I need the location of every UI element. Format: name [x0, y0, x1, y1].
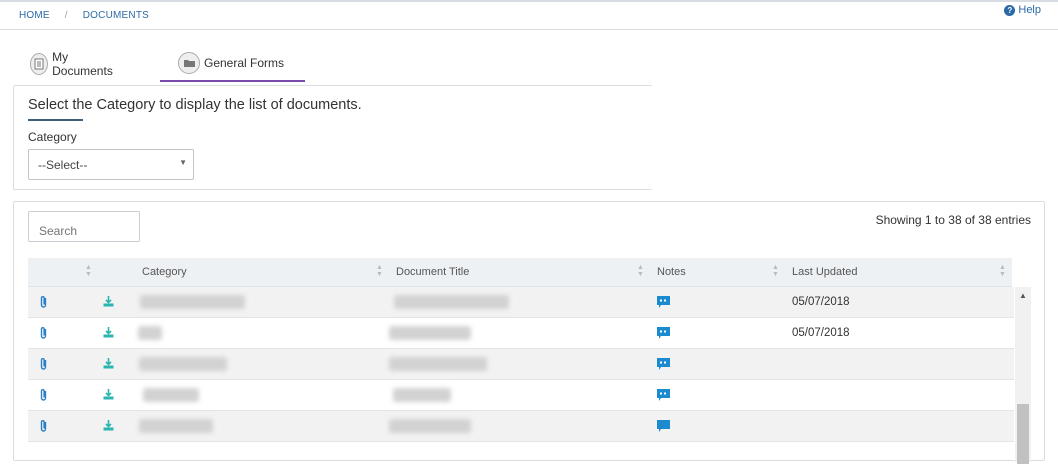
- redacted-document-title[interactable]: [393, 388, 451, 402]
- table-row: [28, 349, 1014, 380]
- category-select-value: --Select--: [38, 158, 88, 172]
- notes-icon[interactable]: [657, 327, 670, 339]
- redacted-category: [139, 357, 227, 371]
- breadcrumb-documents-link[interactable]: DOCUMENTS: [83, 10, 149, 21]
- scrollbar-thumb[interactable]: [1017, 404, 1029, 464]
- folder-icon: [178, 52, 200, 74]
- sort-icon[interactable]: ▲ ▼: [637, 264, 644, 278]
- scroll-up-icon[interactable]: ▲: [1019, 291, 1027, 300]
- paperclip-icon[interactable]: [39, 419, 48, 433]
- column-header-last-updated[interactable]: Last Updated: [792, 266, 857, 278]
- download-icon[interactable]: [103, 420, 114, 431]
- entries-info: Showing 1 to 38 of 38 entries: [875, 213, 1031, 227]
- paperclip-icon[interactable]: [39, 388, 48, 402]
- sort-icon[interactable]: ▲ ▼: [772, 264, 779, 278]
- category-label: Category: [28, 130, 77, 144]
- download-icon[interactable]: [103, 389, 114, 400]
- help-label: Help: [1018, 4, 1041, 16]
- chevron-down-icon: ▼: [179, 158, 187, 167]
- column-header-document-title[interactable]: Document Title: [396, 266, 469, 278]
- last-updated-date: 05/07/2018: [792, 327, 850, 339]
- last-updated-date: 05/07/2018: [792, 296, 850, 308]
- table-scrollbar[interactable]: ▲: [1015, 287, 1031, 464]
- notes-icon[interactable]: [657, 296, 670, 308]
- download-icon[interactable]: [103, 327, 114, 338]
- column-header-notes[interactable]: Notes: [657, 266, 686, 278]
- redacted-category: [139, 419, 213, 433]
- redacted-document-title[interactable]: [389, 419, 471, 433]
- paperclip-icon[interactable]: [39, 295, 48, 309]
- help-link[interactable]: ? Help: [1004, 4, 1041, 16]
- redacted-category: [140, 295, 245, 309]
- search-input[interactable]: [28, 211, 140, 242]
- redacted-document-title[interactable]: [389, 326, 471, 340]
- download-icon[interactable]: [103, 296, 114, 307]
- tab-general-forms[interactable]: General Forms: [160, 46, 305, 82]
- breadcrumb: HOME / DOCUMENTS: [19, 10, 149, 21]
- notes-icon[interactable]: [657, 358, 670, 370]
- tab-general-forms-label: General Forms: [204, 56, 285, 70]
- notes-icon[interactable]: [657, 389, 670, 401]
- sort-icon[interactable]: ▲ ▼: [999, 264, 1006, 278]
- table-row: 05/07/2018: [28, 287, 1014, 318]
- breadcrumb-separator: /: [64, 10, 68, 21]
- redacted-document-title[interactable]: [394, 295, 509, 309]
- category-select[interactable]: --Select-- ▼: [28, 149, 194, 180]
- heading-underline: [28, 119, 83, 121]
- table-body: 05/07/2018 05/07/2018: [28, 287, 1014, 442]
- document-icon: [30, 53, 49, 75]
- tab-my-documents[interactable]: My Documents: [30, 46, 117, 82]
- sort-icon[interactable]: ▲ ▼: [85, 264, 92, 278]
- redacted-category: [143, 388, 199, 402]
- redacted-category: [138, 326, 162, 340]
- column-header-category[interactable]: Category: [142, 266, 187, 278]
- download-icon[interactable]: [103, 358, 114, 369]
- tab-my-documents-label: My Documents: [52, 50, 113, 78]
- documents-table-panel: Showing 1 to 38 of 38 entries ▲▼ Categor…: [13, 201, 1045, 464]
- paperclip-icon[interactable]: [39, 326, 48, 340]
- sort-icon[interactable]: ▲ ▼: [376, 264, 383, 278]
- notes-icon[interactable]: [657, 420, 670, 432]
- category-filter-panel: Select the Category to display the list …: [13, 85, 652, 190]
- table-row: 05/07/2018: [28, 318, 1014, 349]
- table-row: [28, 411, 1014, 442]
- question-circle-icon: ?: [1004, 4, 1016, 16]
- table-row: [28, 380, 1014, 411]
- table-header: ▲ ▼ Category ▲ ▼ Document Title ▲ ▼ Notes ▲…: [28, 258, 1012, 287]
- top-bar: HOME / DOCUMENTS ? Help: [0, 0, 1058, 30]
- filter-heading: Select the Category to display the list …: [28, 97, 362, 113]
- redacted-document-title[interactable]: [389, 357, 487, 371]
- breadcrumb-home-link[interactable]: HOME: [19, 10, 50, 21]
- paperclip-icon[interactable]: [39, 357, 48, 371]
